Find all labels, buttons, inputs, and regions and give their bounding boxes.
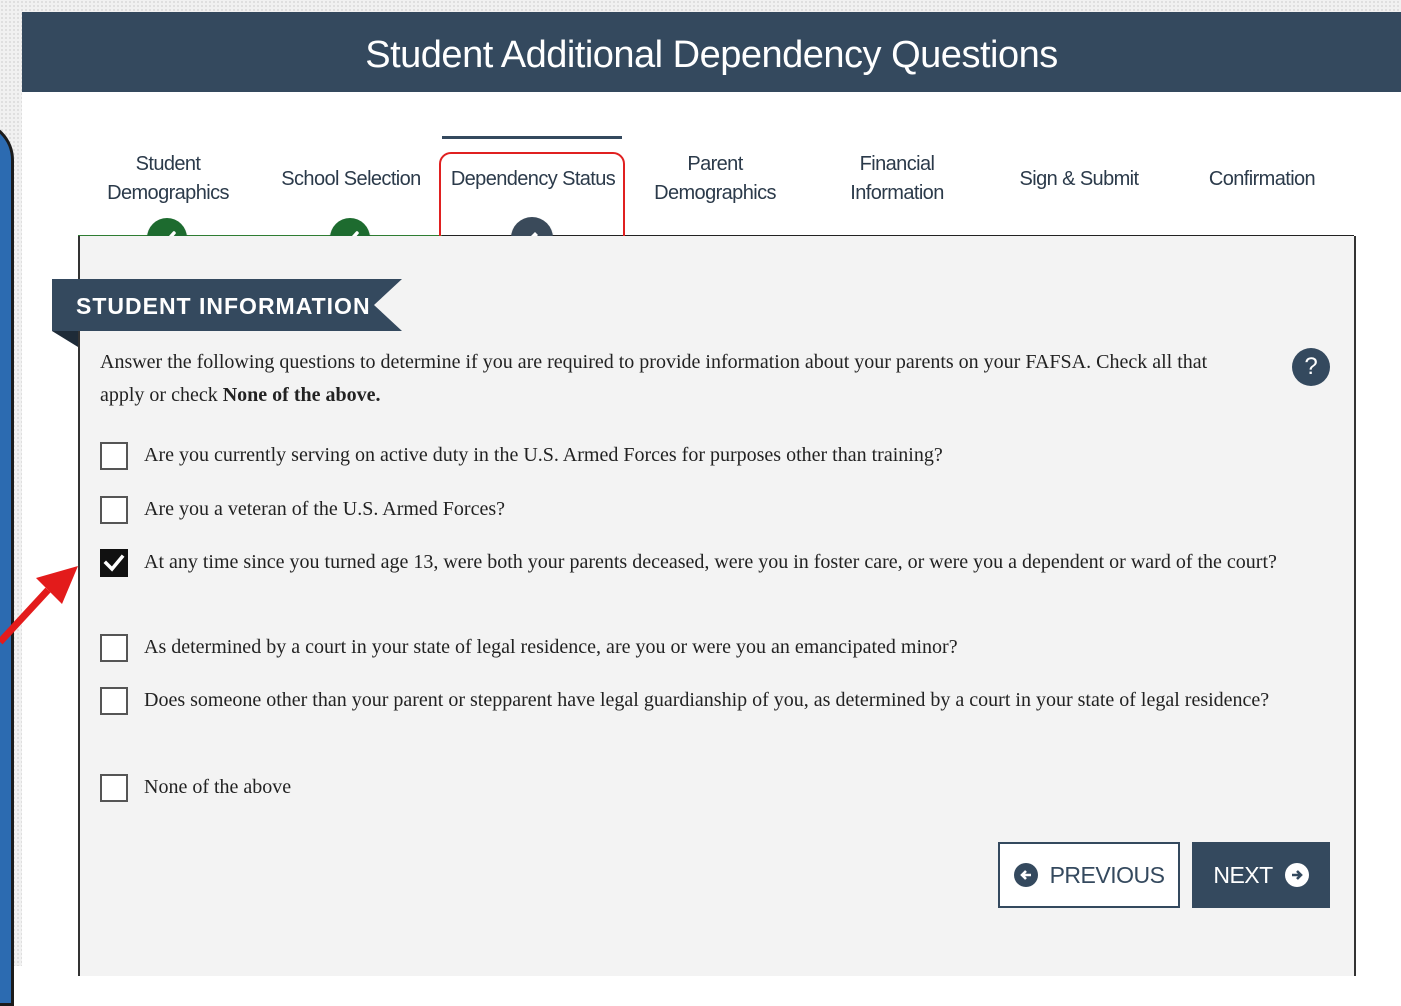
instructions-text: Answer the following questions to determ… (100, 346, 1240, 412)
checkbox[interactable] (100, 634, 128, 662)
previous-button-label: PREVIOUS (1049, 861, 1165, 888)
option-label: None of the above (144, 776, 292, 798)
checkbox[interactable] (100, 442, 128, 470)
step-student-demographics[interactable]: Student Demographics (78, 136, 258, 222)
next-button-label: NEXT (1213, 861, 1273, 888)
option-active-duty[interactable]: Are you currently serving on active duty… (100, 442, 1300, 471)
option-label: Are you a veteran of the U.S. Armed Forc… (144, 498, 505, 520)
option-label: Does someone other than your parent or s… (144, 689, 1270, 711)
ribbon-fold (52, 331, 78, 347)
step-confirmation[interactable]: Confirmation (1170, 136, 1354, 222)
checkmark-icon (103, 554, 125, 572)
progress-steps: Student Demographics School Selection De… (78, 136, 1354, 259)
step-sign-submit[interactable]: Sign & Submit (988, 136, 1170, 222)
arrow-left-icon (1013, 863, 1038, 887)
option-orphan-foster-ward[interactable]: At any time since you turned age 13, wer… (100, 549, 1280, 578)
page-title: Student Additional Dependency Questions (22, 12, 1401, 92)
option-label: As determined by a court in your state o… (144, 636, 958, 658)
option-label: At any time since you turned age 13, wer… (144, 551, 1277, 573)
checkbox[interactable] (100, 774, 128, 802)
checkbox[interactable] (100, 687, 128, 715)
option-label: Are you currently serving on active duty… (144, 444, 943, 466)
instructions-emphasis: None of the above. (222, 384, 381, 406)
checkbox-checked[interactable] (100, 549, 128, 577)
checkbox[interactable] (100, 496, 128, 524)
next-button[interactable]: NEXT (1192, 842, 1330, 908)
step-parent-demographics[interactable]: Parent Demographics (624, 136, 806, 222)
step-financial-information[interactable]: Financial Information (806, 136, 988, 222)
help-icon[interactable]: ? (1292, 348, 1330, 386)
arrow-right-icon (1284, 863, 1309, 887)
pointer-arrow-icon (0, 566, 78, 645)
option-legal-guardianship[interactable]: Does someone other than your parent or s… (100, 687, 1300, 716)
step-school-selection[interactable]: School Selection (260, 136, 442, 222)
option-emancipated-minor[interactable]: As determined by a court in your state o… (100, 634, 1300, 663)
option-none-of-the-above[interactable]: None of the above (100, 774, 1300, 803)
section-title: STUDENT INFORMATION (76, 293, 371, 319)
previous-button[interactable]: PREVIOUS (998, 842, 1180, 908)
option-veteran[interactable]: Are you a veteran of the U.S. Armed Forc… (100, 496, 1300, 525)
